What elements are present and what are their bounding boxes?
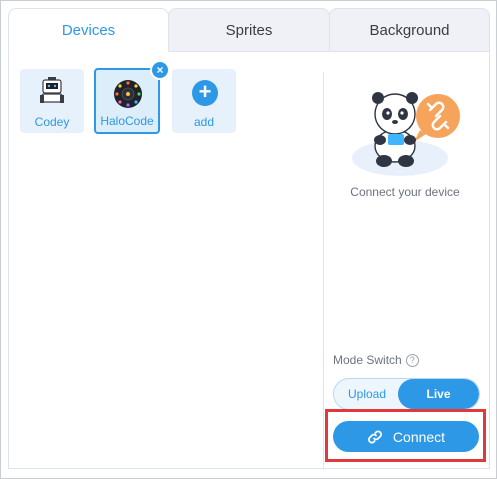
help-icon[interactable]: ? bbox=[405, 353, 419, 367]
device-label: add bbox=[193, 115, 215, 129]
device-tile-halocode[interactable]: HaloCode × bbox=[94, 60, 170, 134]
mode-live-option[interactable]: Live bbox=[398, 379, 479, 409]
connect-hint-text: Connect your device bbox=[350, 185, 460, 199]
device-label: Codey bbox=[34, 115, 70, 129]
mode-upload-option[interactable]: Upload bbox=[334, 379, 400, 409]
plus-icon: + bbox=[192, 80, 218, 106]
tab-bar: Devices Sprites Background bbox=[8, 8, 490, 52]
tab-sprites[interactable]: Sprites bbox=[168, 8, 330, 52]
mode-switch-label: Mode Switch bbox=[333, 353, 402, 367]
tab-divider bbox=[168, 51, 490, 52]
halocode-board-icon bbox=[114, 80, 142, 108]
connect-button-label: Connect bbox=[392, 428, 446, 445]
mode-switch-title: Mode Switch ? bbox=[333, 353, 419, 367]
tab-background[interactable]: Background bbox=[329, 8, 490, 52]
panda-mascot-icon bbox=[352, 92, 460, 176]
mode-switch[interactable]: Upload Live bbox=[333, 378, 480, 410]
link-icon bbox=[367, 430, 382, 443]
connect-button[interactable]: Connect bbox=[333, 421, 479, 452]
device-label: HaloCode bbox=[100, 114, 154, 128]
tab-devices[interactable]: Devices bbox=[8, 8, 169, 52]
panel-divider bbox=[323, 72, 324, 470]
codey-robot-icon bbox=[40, 77, 64, 103]
remove-device-icon[interactable]: × bbox=[150, 60, 170, 80]
add-device-tile[interactable]: + add bbox=[172, 69, 236, 133]
device-tile-codey[interactable]: Codey bbox=[20, 69, 84, 133]
